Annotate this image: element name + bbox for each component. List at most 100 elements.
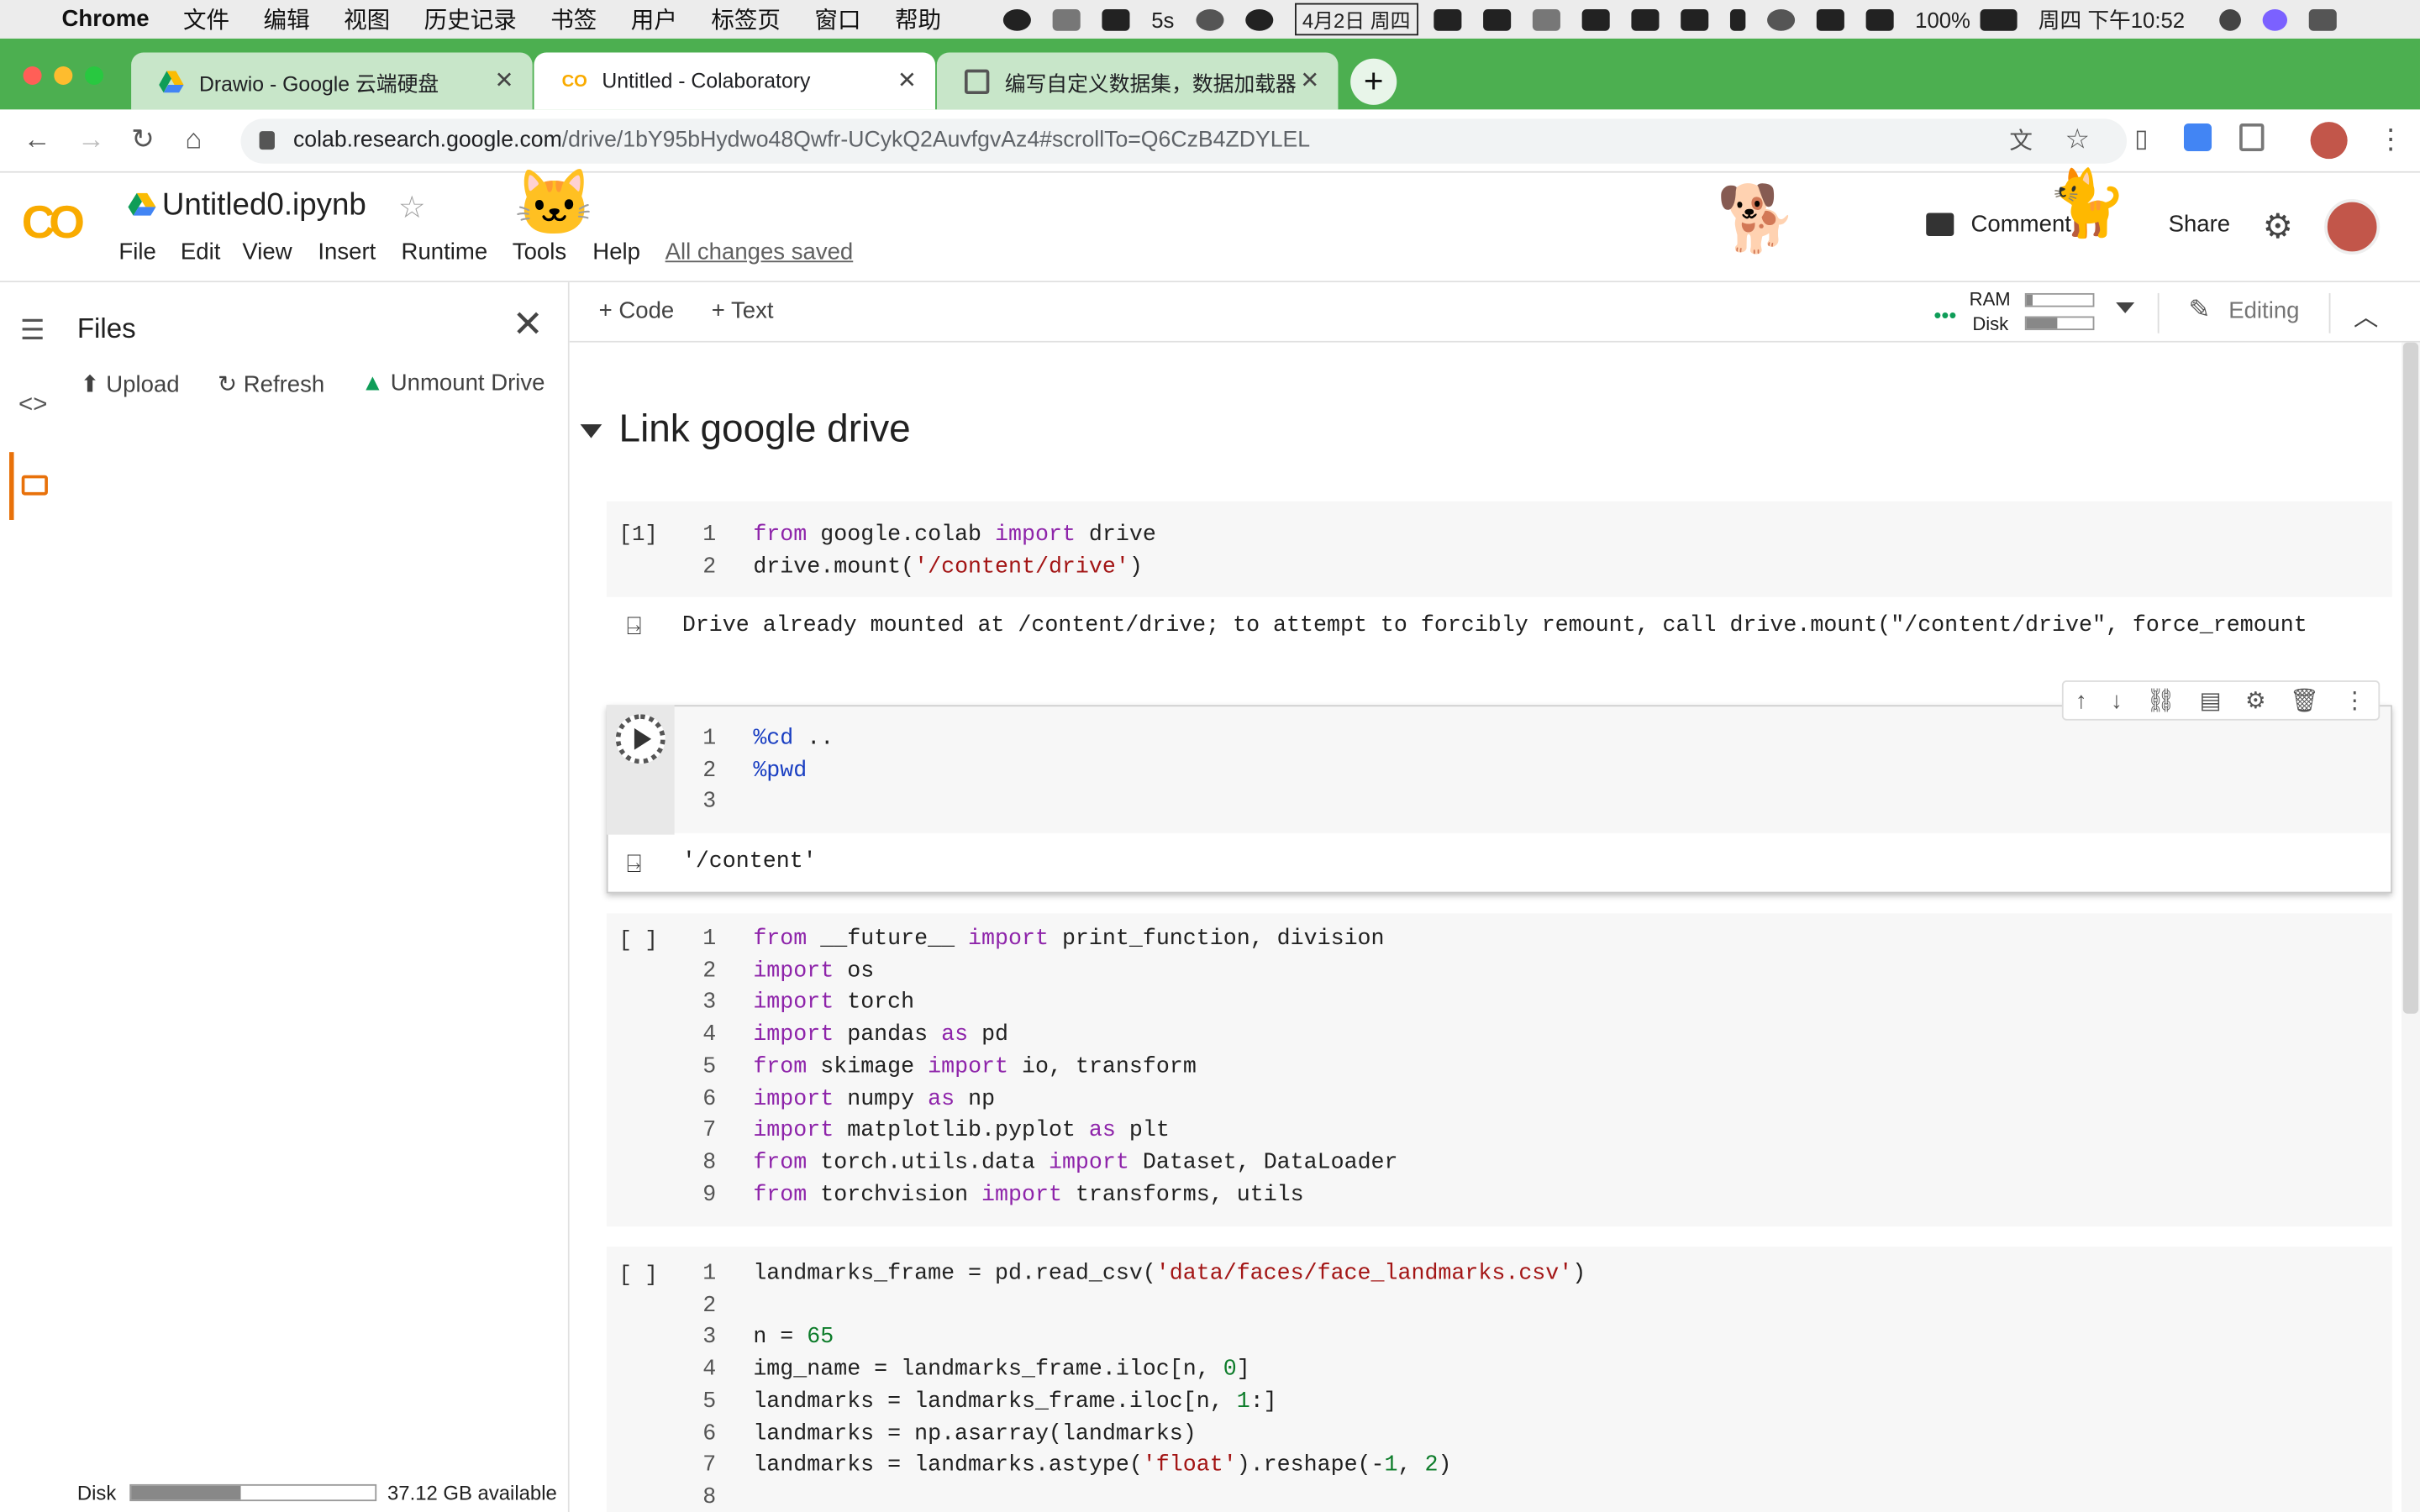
settings-gear-icon[interactable]: ⚙ — [2263, 207, 2293, 247]
google-drive-icon[interactable] — [128, 192, 156, 218]
wifi-icon[interactable] — [1816, 8, 1844, 30]
scrollbar-thumb[interactable] — [2402, 342, 2419, 1014]
zoom-window-button[interactable] — [85, 66, 104, 86]
move-up-icon[interactable]: ↑ — [2075, 687, 2087, 713]
delete-icon[interactable]: 🗑 — [2290, 686, 2319, 714]
menu-view[interactable]: 视图 — [344, 3, 390, 36]
menu-tabs[interactable]: 标签页 — [711, 3, 781, 36]
minimize-window-button[interactable] — [54, 66, 73, 86]
notification-center-icon[interactable] — [2308, 8, 2337, 30]
menu-help[interactable]: 帮助 — [895, 3, 941, 36]
close-icon[interactable]: ✕ — [897, 66, 917, 94]
chrome-menu-icon[interactable]: ⋮ — [2377, 123, 2405, 156]
back-icon[interactable]: ← — [24, 123, 51, 156]
link-icon[interactable]: ⛓ — [2146, 686, 2175, 714]
move-down-icon[interactable]: ↓ — [2111, 687, 2123, 713]
editing-mode-label[interactable]: Editing — [2228, 297, 2299, 323]
photo-icon[interactable] — [1482, 8, 1511, 30]
share-button[interactable]: Share — [2169, 212, 2231, 238]
volume-icon[interactable] — [1865, 8, 1894, 30]
menu-insert[interactable]: Insert — [318, 239, 376, 265]
execution-count[interactable]: [ ] — [619, 1263, 658, 1288]
tab-pytorch-tutorial[interactable]: 编写自定义数据集，数据加载器 ✕ — [936, 52, 1339, 110]
add-code-button[interactable]: + Code — [599, 297, 675, 323]
add-text-button[interactable]: + Text — [712, 297, 774, 323]
menu-view[interactable]: View — [242, 239, 292, 265]
menu-runtime[interactable]: Runtime — [402, 239, 488, 265]
output-icon[interactable]: ⍈ — [627, 614, 642, 642]
leaf-icon[interactable] — [1102, 8, 1130, 30]
account-avatar[interactable] — [2324, 198, 2381, 255]
forward-icon[interactable]: → — [77, 123, 105, 156]
cell-source[interactable]: 1 from __future__ import print_function, … — [679, 924, 1397, 1211]
siri-icon[interactable] — [2261, 8, 2287, 30]
menu-edit[interactable]: 编辑 — [264, 3, 310, 36]
menu-window[interactable]: 窗口 — [814, 3, 860, 36]
grid-icon[interactable] — [1581, 8, 1610, 30]
settings-gear-icon[interactable]: ⚙ — [2245, 686, 2266, 714]
date-badge[interactable]: 4月2日 周四 — [1294, 3, 1418, 36]
star-icon[interactable]: ☆ — [398, 188, 426, 227]
upload-button[interactable]: ⬆ Upload — [81, 370, 180, 398]
save-status-link[interactable]: All changes saved — [666, 239, 854, 265]
translate-icon[interactable]: 文 — [2009, 123, 2033, 156]
cloud-icon-2[interactable] — [1532, 8, 1560, 30]
clock-icon[interactable] — [1196, 8, 1224, 30]
comment-icon[interactable]: ▤ — [2200, 686, 2222, 714]
menu-user[interactable]: 用户 — [631, 3, 677, 36]
app-menu-chrome[interactable]: Chrome — [61, 6, 149, 32]
cell-source[interactable]: 1 from google.colab import drive 2 drive.m… — [679, 520, 1156, 584]
code-snippets-icon[interactable]: <> — [18, 392, 47, 420]
reader-icon[interactable] — [2239, 123, 2265, 151]
reload-icon[interactable]: ↻ — [131, 123, 155, 156]
close-icon[interactable]: ✕ — [495, 66, 514, 94]
url-bar[interactable]: colab.research.google.com/drive/1bY95bHy… — [240, 118, 2128, 164]
execution-count[interactable]: [ ] — [619, 929, 658, 953]
time-machine-icon[interactable] — [1766, 8, 1795, 30]
more-options-icon[interactable]: ⋮ — [2343, 686, 2366, 714]
tab-drawio[interactable]: Drawio - Google 云端硬盘 ✕ — [131, 52, 533, 110]
menu-tools[interactable]: Tools — [513, 239, 566, 265]
run-cell-button[interactable] — [615, 714, 666, 764]
vpn-icon[interactable] — [1631, 8, 1660, 30]
bookmark-star-icon[interactable]: ☆ — [2065, 123, 2091, 156]
send-icon[interactable] — [1434, 8, 1462, 30]
accessibility-icon[interactable] — [1244, 8, 1273, 30]
menu-file[interactable]: 文件 — [183, 3, 229, 36]
profile-avatar[interactable] — [2310, 122, 2348, 160]
cloud-icon[interactable] — [1052, 8, 1081, 30]
edit-pencil-icon[interactable]: ✎ — [2188, 295, 2210, 326]
menu-bookmarks[interactable]: 书签 — [550, 3, 597, 36]
code-cell-2[interactable] — [608, 706, 2391, 833]
output-icon[interactable]: ⍈ — [627, 852, 642, 879]
clock-text[interactable]: 周四 下午10:52 — [2039, 4, 2185, 35]
resources-dropdown-icon[interactable] — [2116, 302, 2135, 313]
menu-help[interactable]: Help — [592, 239, 640, 265]
collapse-header-icon[interactable]: ︿ — [2354, 297, 2378, 333]
close-icon[interactable]: ✕ — [1300, 66, 1320, 95]
close-icon[interactable]: ✕ — [513, 302, 544, 347]
cell-source[interactable]: 1 landmarks_frame = pd.read_csv('data/fac… — [679, 1259, 1586, 1512]
tab-colab[interactable]: CO Untitled - Colaboratory ✕ — [534, 52, 936, 110]
bookmark-icon[interactable]: ▯ — [2134, 123, 2148, 155]
comment-button[interactable]: Comment — [1926, 212, 2071, 238]
menu-history[interactable]: 历史记录 — [424, 3, 517, 36]
new-tab-button[interactable]: + — [1350, 58, 1397, 105]
unmount-drive-button[interactable]: ▲ Unmount Drive — [361, 370, 545, 396]
section-collapse-icon[interactable] — [580, 424, 602, 438]
record-icon[interactable] — [1002, 8, 1031, 30]
refresh-button[interactable]: ↻ Refresh — [218, 370, 324, 398]
table-of-contents-icon[interactable]: ☰ — [20, 315, 45, 348]
close-window-button[interactable] — [23, 66, 42, 86]
bluetooth-icon[interactable] — [1729, 8, 1746, 30]
colab-logo[interactable]: CO — [22, 197, 85, 249]
search-icon[interactable] — [2218, 8, 2241, 30]
menu-edit[interactable]: Edit — [181, 239, 220, 265]
folder-icon[interactable] — [21, 475, 48, 496]
cell-source[interactable]: 1 %cd .. 2 %pwd 3 — [679, 723, 834, 819]
notebook-title[interactable]: Untitled0.ipynb — [162, 188, 366, 223]
home-icon[interactable]: ⌂ — [185, 123, 202, 156]
input-method-icon[interactable] — [1680, 8, 1709, 30]
google-translate-icon[interactable] — [2183, 123, 2212, 151]
menu-file[interactable]: File — [118, 239, 155, 265]
